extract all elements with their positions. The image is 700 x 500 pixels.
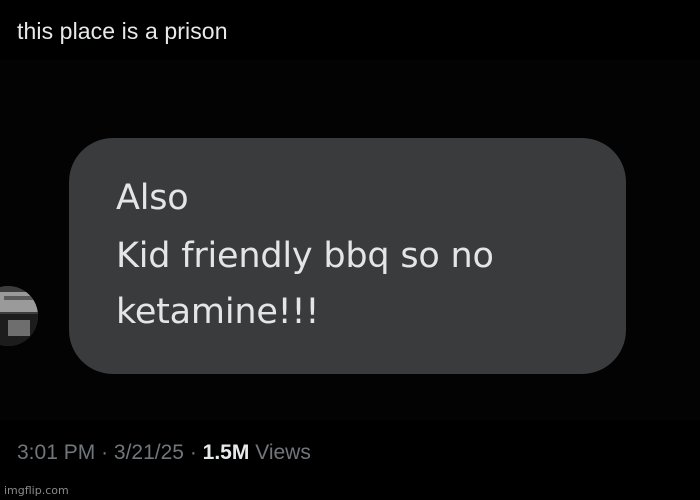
attached-screenshot-image[interactable]: Also Kid friendly bbq so no ketamine!!! <box>0 60 700 420</box>
imgflip-watermark: imgflip.com <box>4 484 69 497</box>
message-line: Also <box>116 178 189 218</box>
meta-separator: · <box>101 441 109 464</box>
views-label: Views <box>255 441 311 464</box>
views-count[interactable]: 1.5M <box>203 441 250 464</box>
tweet-time[interactable]: 3:01 PM <box>17 441 95 464</box>
tweet-meta: 3:01 PM · 3/21/25 · 1.5M Views <box>17 441 311 465</box>
message-line: Kid friendly bbq so no <box>116 236 494 276</box>
tweet-date[interactable]: 3/21/25 <box>114 441 184 464</box>
message-bubble: Also Kid friendly bbq so no ketamine!!! <box>69 138 626 374</box>
meta-separator: · <box>189 441 197 464</box>
tweet-text: this place is a prison <box>17 18 228 44</box>
message-line: ketamine!!! <box>116 292 320 332</box>
contact-avatar <box>0 286 38 346</box>
